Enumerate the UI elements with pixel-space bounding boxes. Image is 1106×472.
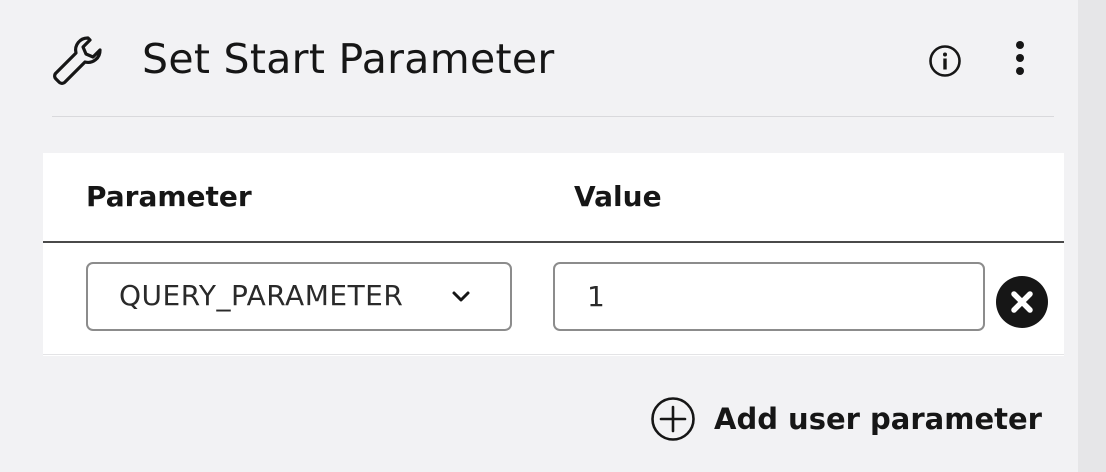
panel-header: Set Start Parameter bbox=[0, 0, 1078, 118]
scrollbar-track bbox=[1078, 0, 1106, 472]
info-icon[interactable] bbox=[928, 44, 962, 78]
chevron-down-icon bbox=[452, 291, 470, 302]
add-user-parameter-label: Add user parameter bbox=[714, 402, 1042, 436]
parameter-select[interactable]: QUERY_PARAMETER bbox=[86, 262, 512, 331]
column-header-parameter: Parameter bbox=[86, 180, 252, 213]
wrench-icon bbox=[53, 36, 102, 85]
header-divider bbox=[52, 116, 1054, 117]
more-vertical-icon[interactable] bbox=[1006, 40, 1034, 80]
parameter-select-value: QUERY_PARAMETER bbox=[119, 279, 404, 312]
table-header-divider bbox=[43, 241, 1064, 243]
value-input[interactable] bbox=[553, 262, 985, 331]
column-header-value: Value bbox=[574, 180, 662, 213]
parameter-table: Parameter Value QUERY_PARAMETER bbox=[43, 153, 1064, 356]
panel-title: Set Start Parameter bbox=[142, 35, 555, 83]
remove-circle-icon[interactable] bbox=[995, 275, 1049, 329]
plus-circle-icon bbox=[651, 397, 695, 441]
table-bottom-divider bbox=[43, 354, 1064, 355]
